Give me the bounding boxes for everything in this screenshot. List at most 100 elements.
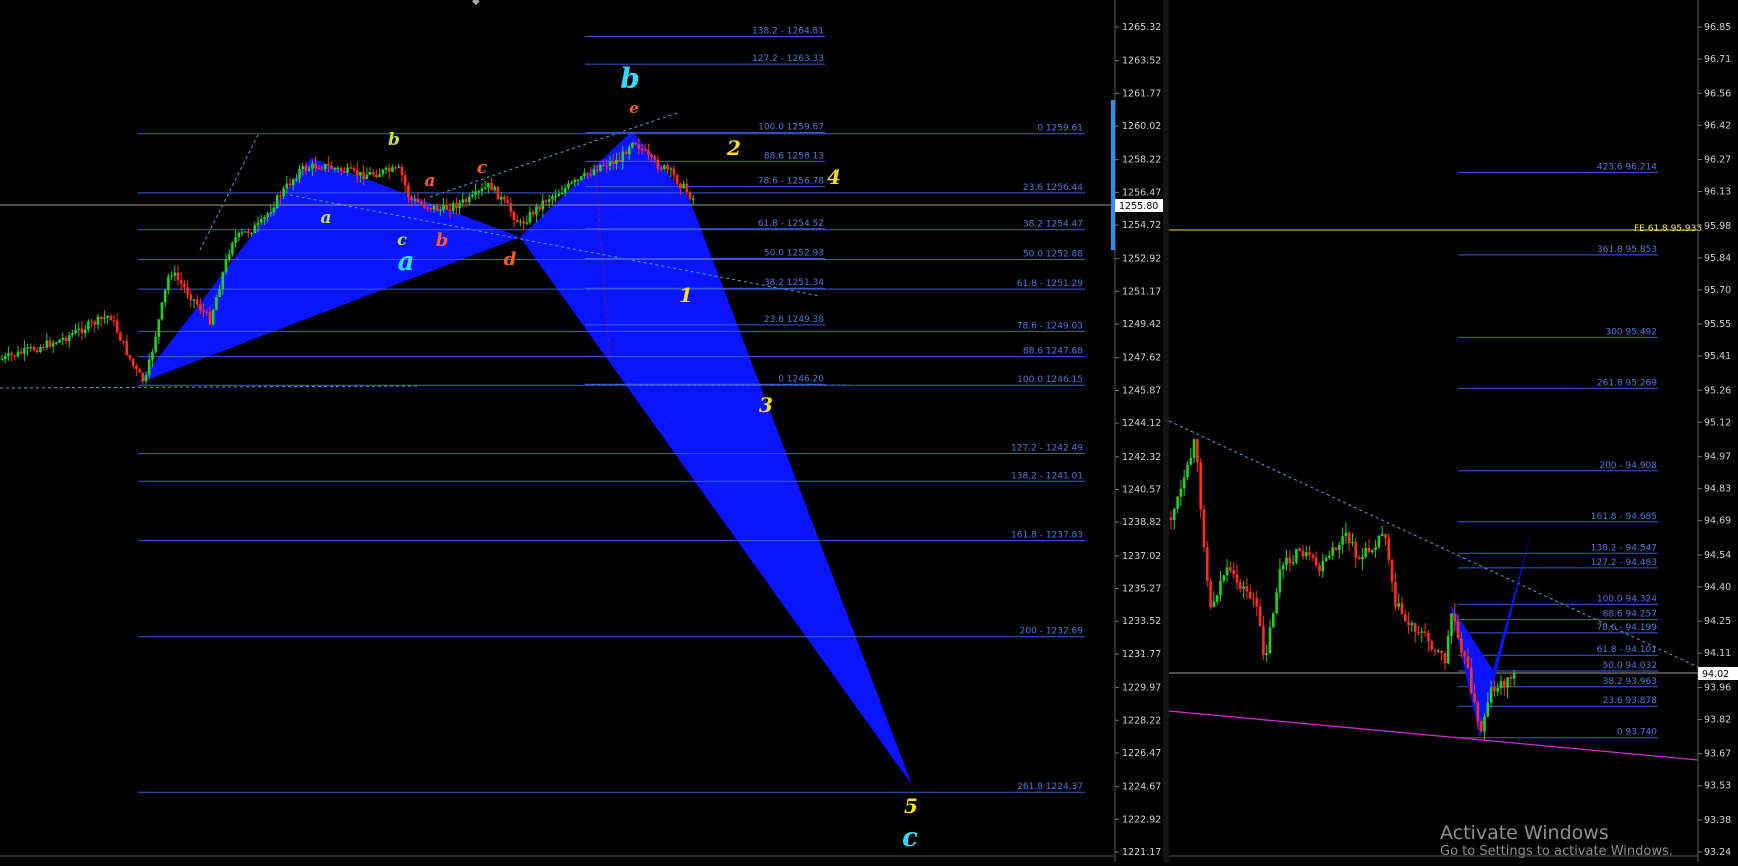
candle-body	[96, 316, 100, 325]
candle-body	[291, 179, 295, 186]
candle-body	[563, 188, 567, 193]
fib-level-label: 78.6 - 1256.78	[758, 177, 824, 187]
candle-body	[1285, 557, 1288, 566]
scroll-indicator-left[interactable]	[1111, 100, 1115, 250]
price-axis-right[interactable]: 96.85 96.71 96.56 96.42 96.27 96.13 95.98 95.84…	[1697, 0, 1738, 862]
left-chart[interactable]: 138.2 - 1264.81 127.2 - 1263.33 100.0 1259…	[0, 0, 1163, 862]
candle-body	[439, 209, 442, 212]
candle-body	[176, 272, 180, 280]
price-tick-label-left: 1242.32	[1122, 452, 1161, 463]
fib-level-label: 38.2 93.963	[1603, 677, 1657, 687]
candle-body	[403, 175, 407, 186]
candle-body	[381, 169, 385, 175]
fib-level-label: 23.6 93.878	[1603, 696, 1658, 706]
price-tick-label-right: 95.98	[1704, 221, 1731, 232]
candle-body	[195, 299, 199, 305]
chart-canvas[interactable]: 138.2 - 1264.81 127.2 - 1263.33 100.0 1259…	[0, 0, 1738, 862]
candle-body	[147, 359, 151, 375]
fib-level-label: 0 1259.61	[1037, 124, 1083, 134]
candle-body	[23, 347, 26, 354]
fib-level-label: 38.2 1251.34	[764, 278, 824, 288]
price-tick-label-left: 1265.32	[1122, 22, 1161, 33]
candle-body	[295, 178, 298, 180]
candle-body	[1483, 716, 1486, 732]
candle-body	[1209, 580, 1212, 608]
price-tick-label-right: 93.67	[1704, 749, 1731, 760]
candle-body	[586, 173, 589, 175]
candle-body	[1321, 561, 1325, 572]
wave-label: b	[388, 130, 400, 150]
candle-body	[624, 151, 628, 155]
fib-level-label: 88.6 94.257	[1603, 610, 1657, 620]
candle-body	[35, 350, 39, 352]
fib-level-label: 0 1246.20	[778, 374, 824, 384]
candle-body	[1235, 574, 1239, 583]
candle-body	[1404, 614, 1407, 622]
candle-body	[224, 259, 228, 273]
candle-body	[1258, 606, 1262, 627]
candle-body	[317, 168, 321, 170]
collapse-chevron-icon[interactable]: ◆	[472, 0, 480, 7]
candle-body	[128, 354, 132, 359]
candle-body	[352, 168, 356, 170]
candle-body	[355, 169, 359, 176]
candle-body	[458, 202, 461, 209]
candle-body	[1248, 591, 1252, 598]
candle-body	[519, 221, 522, 223]
candle-body	[467, 196, 471, 203]
candle-body	[1232, 570, 1235, 575]
candle-body	[531, 212, 535, 215]
price-tick-label-left: 1235.27	[1122, 584, 1161, 595]
fib-level-label: 61.8 - 1251.29	[1017, 279, 1083, 289]
candle-body	[1466, 656, 1470, 668]
candle-body	[263, 217, 266, 219]
candle-body	[477, 191, 481, 193]
candle-body	[141, 372, 145, 382]
candle-body	[106, 315, 109, 318]
price-axis-left[interactable]: 1265.32 1263.52 1261.77 1260.02 1258.22 1256.…	[1111, 0, 1163, 862]
candle-body	[554, 196, 557, 198]
candle-body	[1397, 603, 1400, 607]
candle-body	[77, 328, 81, 330]
candle-body	[71, 333, 74, 336]
candle-body	[413, 199, 417, 201]
price-tick-label-left: 1245.87	[1122, 385, 1161, 396]
candle-body	[186, 287, 189, 295]
price-tick-label-right: 94.83	[1704, 484, 1731, 495]
price-tick-label-left: 1263.52	[1122, 56, 1161, 67]
candle-body	[535, 206, 538, 215]
candle-body	[599, 164, 602, 171]
candle-body	[423, 203, 426, 208]
candle-body	[455, 203, 458, 209]
current-price-label-left: 1255.80	[1119, 201, 1158, 212]
candle-body	[67, 335, 71, 342]
candle-body	[314, 163, 317, 169]
candle-body	[1255, 598, 1259, 607]
wave-label: e	[629, 99, 639, 117]
candle-body	[1328, 555, 1331, 558]
candle-body	[464, 199, 468, 203]
chart-divider[interactable]	[1163, 0, 1169, 862]
price-tick-label-right: 95.70	[1704, 285, 1731, 296]
candle-body	[10, 353, 13, 356]
price-tick-label-left: 1249.42	[1122, 319, 1161, 330]
candle-body	[634, 142, 637, 145]
candle-body	[55, 342, 58, 344]
candle-body	[557, 193, 561, 197]
fib-level-label: 88.6 1247.68	[1023, 347, 1083, 357]
candle-body	[1410, 623, 1414, 626]
price-tick-label-left: 1226.47	[1122, 748, 1161, 759]
candle-body	[368, 172, 372, 175]
fib-level-label: 50.0 94.032	[1603, 661, 1657, 671]
candle-body	[135, 365, 138, 370]
candle-body	[528, 212, 532, 223]
wave-label: 5	[904, 794, 918, 818]
fib-level-label: 78.6 - 1249.03	[1017, 321, 1083, 331]
candle-body	[1463, 652, 1466, 657]
candle-body	[442, 204, 445, 210]
right-chart[interactable]: FE 61.8 95.935 423.6 96.214 361.8 95.853 3…	[1168, 0, 1738, 862]
candle-body	[269, 212, 273, 214]
candle-body	[285, 183, 289, 189]
candle-body	[160, 302, 164, 320]
candle-body	[167, 276, 170, 290]
